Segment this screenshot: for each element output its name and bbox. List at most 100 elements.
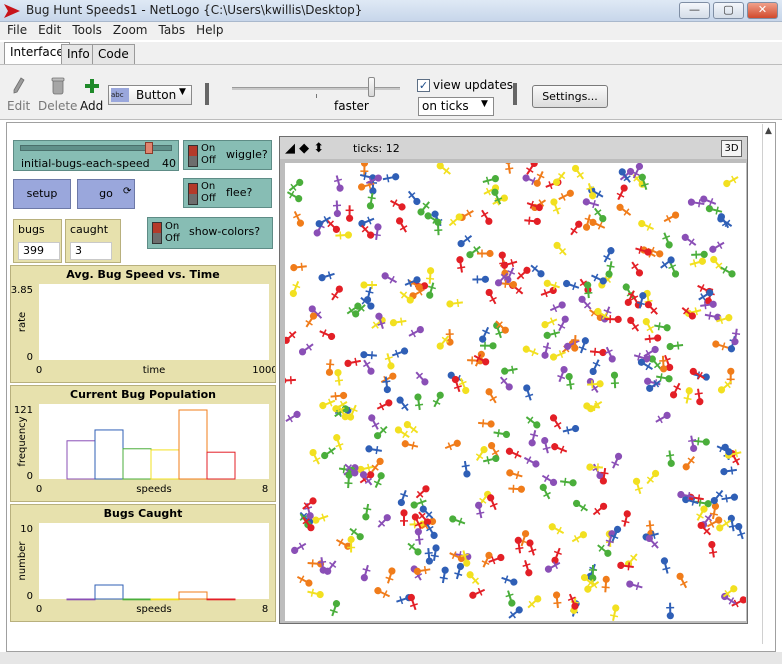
close-button[interactable]: ✕	[747, 2, 778, 19]
menu-file[interactable]: File	[3, 22, 31, 38]
bug[interactable]	[540, 285, 558, 298]
bug[interactable]	[325, 359, 335, 376]
bug[interactable]	[644, 468, 661, 486]
bug[interactable]	[361, 358, 377, 376]
menu-tools[interactable]: Tools	[68, 22, 106, 38]
bug[interactable]	[694, 388, 704, 406]
bug[interactable]	[591, 501, 609, 518]
bug[interactable]	[720, 466, 738, 476]
bug[interactable]	[333, 175, 345, 193]
bug[interactable]	[524, 216, 541, 226]
bug[interactable]	[615, 183, 630, 201]
bug[interactable]	[577, 336, 590, 354]
bug[interactable]	[668, 381, 683, 399]
bug[interactable]	[379, 371, 397, 386]
bug[interactable]	[568, 219, 584, 237]
bug[interactable]	[413, 370, 430, 388]
world-canvas[interactable]	[285, 163, 746, 621]
bug[interactable]	[524, 414, 542, 430]
flee-switch[interactable]: On Off flee?	[183, 178, 272, 208]
bug[interactable]	[365, 444, 383, 455]
bug[interactable]	[570, 529, 588, 544]
bug[interactable]	[328, 599, 341, 617]
bug[interactable]	[389, 197, 407, 212]
bug[interactable]	[521, 344, 539, 358]
bug[interactable]	[571, 498, 589, 514]
bug[interactable]	[601, 575, 610, 593]
bug[interactable]	[384, 566, 397, 584]
bug[interactable]	[290, 262, 307, 272]
bug[interactable]	[610, 371, 619, 389]
bug[interactable]	[629, 260, 645, 278]
bug[interactable]	[290, 540, 308, 555]
bug[interactable]	[719, 264, 737, 279]
bug[interactable]	[446, 298, 463, 308]
bug[interactable]	[329, 284, 345, 302]
bug[interactable]	[479, 341, 497, 350]
bug[interactable]	[478, 326, 492, 344]
bug[interactable]	[693, 437, 710, 446]
bug[interactable]	[474, 501, 485, 519]
bug[interactable]	[562, 279, 580, 292]
bug[interactable]	[285, 189, 303, 204]
bug[interactable]	[601, 246, 616, 264]
bug[interactable]	[332, 200, 342, 218]
bug[interactable]	[382, 172, 400, 183]
bug[interactable]	[528, 262, 546, 279]
bug[interactable]	[361, 503, 372, 521]
bug[interactable]	[360, 350, 377, 360]
resize-arrows-icon[interactable]: ◢ ◆ ⬍	[285, 141, 324, 156]
scroll-up-icon[interactable]: ▲	[765, 126, 772, 136]
bug[interactable]	[345, 205, 354, 222]
bug[interactable]	[478, 419, 495, 428]
bug[interactable]	[605, 315, 622, 324]
bug[interactable]	[285, 329, 299, 346]
settings-button[interactable]: Settings...	[532, 85, 608, 108]
bug[interactable]	[666, 260, 680, 278]
bug[interactable]	[382, 376, 392, 394]
bug[interactable]	[654, 410, 672, 425]
bug[interactable]	[588, 358, 602, 376]
bug[interactable]	[480, 550, 494, 568]
bug[interactable]	[687, 435, 698, 453]
bug[interactable]	[586, 398, 604, 414]
update-mode-select[interactable]: on ticks ▼	[418, 97, 494, 116]
bug[interactable]	[360, 281, 377, 289]
bug[interactable]	[482, 454, 500, 466]
bug[interactable]	[456, 233, 474, 249]
bug[interactable]	[363, 286, 375, 304]
bug[interactable]	[395, 395, 411, 413]
bug[interactable]	[359, 171, 377, 183]
bug[interactable]	[680, 232, 698, 248]
bug[interactable]	[722, 174, 740, 189]
bug[interactable]	[318, 327, 336, 341]
bug[interactable]	[560, 477, 577, 487]
wiggle-switch[interactable]: On Off wiggle?	[183, 140, 272, 170]
bug[interactable]	[444, 438, 462, 452]
bug[interactable]	[577, 294, 594, 312]
bug[interactable]	[500, 574, 518, 587]
bug[interactable]	[439, 566, 450, 584]
bug[interactable]	[468, 586, 486, 600]
bug[interactable]	[424, 548, 434, 565]
minimize-button[interactable]: —	[679, 2, 710, 19]
bug[interactable]	[448, 514, 466, 527]
bug[interactable]	[721, 493, 739, 503]
bug[interactable]	[285, 409, 302, 424]
bug[interactable]	[317, 270, 335, 283]
bug[interactable]	[637, 218, 655, 232]
bug[interactable]	[557, 188, 575, 203]
bug[interactable]	[625, 579, 643, 591]
bug[interactable]	[414, 393, 424, 411]
bug[interactable]	[357, 215, 375, 229]
bug[interactable]	[372, 471, 386, 489]
bug[interactable]	[689, 256, 707, 268]
bug[interactable]	[565, 372, 575, 390]
go-button[interactable]: go ⟳	[77, 179, 135, 209]
bug[interactable]	[493, 428, 511, 439]
bug[interactable]	[344, 357, 362, 368]
bug[interactable]	[515, 265, 533, 282]
bug[interactable]	[394, 216, 409, 234]
bug[interactable]	[434, 218, 443, 236]
delete-tool[interactable]: Delete	[38, 77, 77, 113]
